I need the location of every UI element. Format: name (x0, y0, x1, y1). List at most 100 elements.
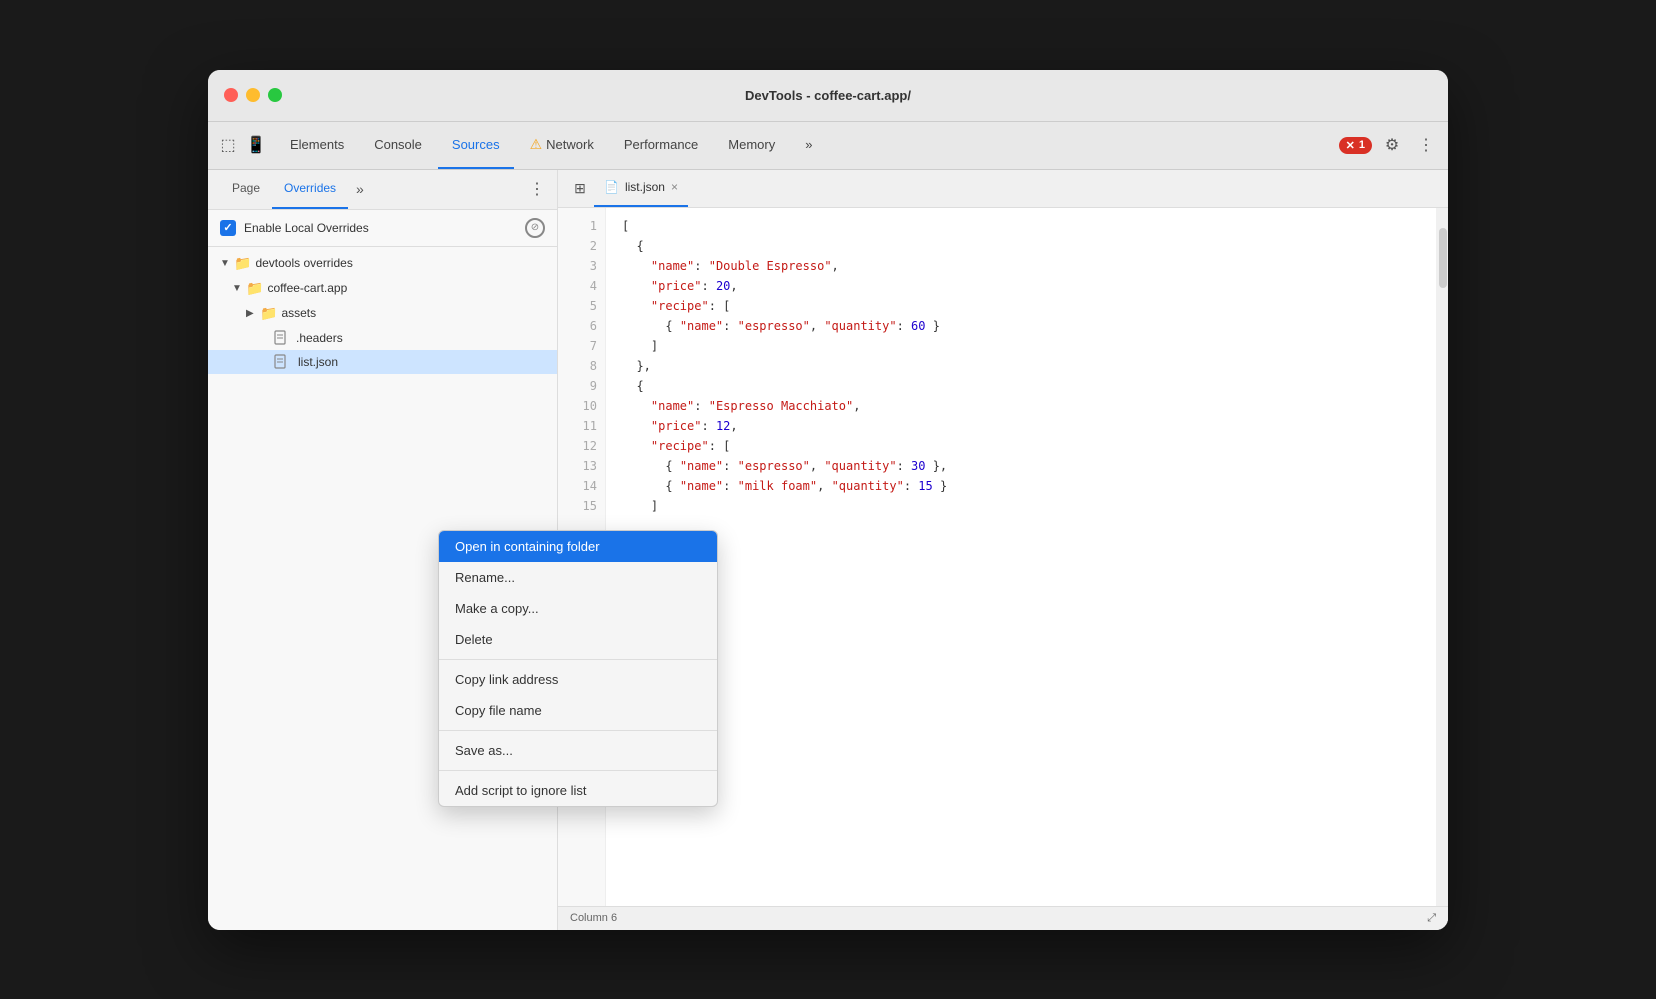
ctx-divider-3 (439, 770, 717, 771)
arrow-icon: ▼ (220, 258, 230, 269)
tree-label: assets (281, 306, 316, 320)
error-badge[interactable]: ✕ 1 (1339, 137, 1372, 154)
tree-item-listjson[interactable]: ▶ list.json (208, 350, 557, 374)
ctx-save-as[interactable]: Save as... (439, 735, 717, 766)
line-num-11: 11 (558, 416, 605, 436)
tab-more[interactable]: » (791, 122, 826, 169)
devtools-tabs-list: Elements Console Sources ⚠ Network Perfo… (276, 122, 826, 169)
inspect-icon[interactable]: ⬚ (216, 133, 240, 157)
code-line-1: [ (622, 216, 1432, 236)
override-row: Enable Local Overrides ⊘ (208, 210, 557, 247)
tab-memory[interactable]: Memory (714, 122, 789, 169)
ctx-make-copy[interactable]: Make a copy... (439, 593, 717, 624)
code-line-8: }, (622, 356, 1432, 376)
context-menu: Open in containing folder Rename... Make… (438, 530, 718, 807)
tree-label: devtools overrides (255, 256, 352, 270)
devtools-window: DevTools - coffee-cart.app/ ⬚ 📱 Elements… (208, 70, 1448, 930)
settings-button[interactable]: ⚙ (1378, 131, 1406, 159)
ctx-copy-link[interactable]: Copy link address (439, 664, 717, 695)
scrollbar-track[interactable] (1436, 208, 1448, 906)
code-line-7: ] (622, 336, 1432, 356)
file-icon-listjson (274, 354, 288, 370)
column-indicator: Column 6 (570, 912, 617, 924)
scrollbar-thumb[interactable] (1439, 228, 1447, 288)
line-num-13: 13 (558, 456, 605, 476)
line-num-8: 8 (558, 356, 605, 376)
maximize-button[interactable] (268, 88, 282, 102)
arrow-icon: ▼ (232, 283, 242, 294)
ctx-copy-filename[interactable]: Copy file name (439, 695, 717, 726)
tree-label: .headers (296, 331, 343, 345)
code-line-2: { (622, 236, 1432, 256)
panel-menu-button[interactable]: ⋮ (529, 179, 545, 199)
panel-tab-overrides[interactable]: Overrides (272, 170, 348, 209)
warning-icon: ⚠ (530, 136, 543, 153)
traffic-lights (224, 88, 282, 102)
devtools-body: Page Overrides » ⋮ Enable Local Override… (208, 170, 1448, 930)
left-panel: Page Overrides » ⋮ Enable Local Override… (208, 170, 558, 930)
minimize-button[interactable] (246, 88, 260, 102)
arrow-icon: ▶ (246, 308, 256, 319)
code-line-9: { (622, 376, 1432, 396)
enable-overrides-checkbox[interactable] (220, 220, 236, 236)
tree-item-assets[interactable]: ▶ 📁 assets (208, 301, 557, 326)
code-line-13: { "name": "espresso", "quantity": 30 }, (622, 456, 1432, 476)
code-line-6: { "name": "espresso", "quantity": 60 } (622, 316, 1432, 336)
tab-elements[interactable]: Elements (276, 122, 358, 169)
tab-performance[interactable]: Performance (610, 122, 712, 169)
panel-tab-more[interactable]: » (348, 181, 372, 197)
ctx-open-folder[interactable]: Open in containing folder (439, 531, 717, 562)
close-button[interactable] (224, 88, 238, 102)
folder-icon: 📁 (234, 255, 251, 272)
line-num-9: 9 (558, 376, 605, 396)
line-num-15: 15 (558, 496, 605, 516)
line-num-10: 10 (558, 396, 605, 416)
editor-tab-close[interactable]: × (671, 180, 678, 194)
line-num-4: 4 (558, 276, 605, 296)
line-num-7: 7 (558, 336, 605, 356)
tab-network[interactable]: ⚠ Network (516, 122, 608, 169)
line-num-14: 14 (558, 476, 605, 496)
tree-item-coffee-cart[interactable]: ▼ 📁 coffee-cart.app (208, 276, 557, 301)
ctx-delete[interactable]: Delete (439, 624, 717, 655)
code-line-15: ] (622, 496, 1432, 516)
tree-item-root[interactable]: ▼ 📁 devtools overrides (208, 251, 557, 276)
tab-sources[interactable]: Sources (438, 122, 514, 169)
ctx-ignore-list[interactable]: Add script to ignore list (439, 775, 717, 806)
editor-tab-listjson[interactable]: 📄 list.json × (594, 170, 688, 207)
device-icon[interactable]: 📱 (244, 133, 268, 157)
line-num-2: 2 (558, 236, 605, 256)
code-line-5: "recipe": [ (622, 296, 1432, 316)
status-bar-right: ⤢ (1427, 912, 1436, 925)
override-label: Enable Local Overrides (244, 221, 517, 235)
expand-icon[interactable]: ⤢ (1427, 912, 1436, 925)
code-line-4: "price": 20, (622, 276, 1432, 296)
devtools-icons: ⬚ 📱 (216, 133, 268, 157)
code-line-12: "recipe": [ (622, 436, 1432, 456)
ctx-divider-2 (439, 730, 717, 731)
more-options-button[interactable]: ⋮ (1412, 131, 1440, 159)
panel-tab-page[interactable]: Page (220, 170, 272, 209)
code-line-11: "price": 12, (622, 416, 1432, 436)
tab-console[interactable]: Console (360, 122, 436, 169)
ctx-divider-1 (439, 659, 717, 660)
editor-tabs: ⊞ 📄 list.json × (558, 170, 1448, 208)
error-x: ✕ (1346, 139, 1355, 152)
line-num-6: 6 (558, 316, 605, 336)
folder-icon: 📁 (260, 305, 277, 322)
code-line-10: "name": "Espresso Macchiato", (622, 396, 1432, 416)
devtools-tab-bar: ⬚ 📱 Elements Console Sources ⚠ Network P… (208, 122, 1448, 170)
toggle-sidebar-button[interactable]: ⊞ (566, 174, 594, 202)
block-icon[interactable]: ⊘ (525, 218, 545, 238)
folder-icon: 📁 (246, 280, 263, 297)
line-num-1: 1 (558, 216, 605, 236)
tree-label: list.json (298, 355, 338, 369)
code-line-3: "name": "Double Espresso", (622, 256, 1432, 276)
tree-item-headers[interactable]: ▶ .headers (208, 326, 557, 350)
status-bar: Column 6 ⤢ (558, 906, 1448, 930)
line-num-12: 12 (558, 436, 605, 456)
ctx-rename[interactable]: Rename... (439, 562, 717, 593)
code-content[interactable]: [ { "name": "Double Espresso", "price": … (606, 208, 1448, 906)
code-line-14: { "name": "milk foam", "quantity": 15 } (622, 476, 1432, 496)
file-tab-icon: 📄 (604, 180, 619, 194)
